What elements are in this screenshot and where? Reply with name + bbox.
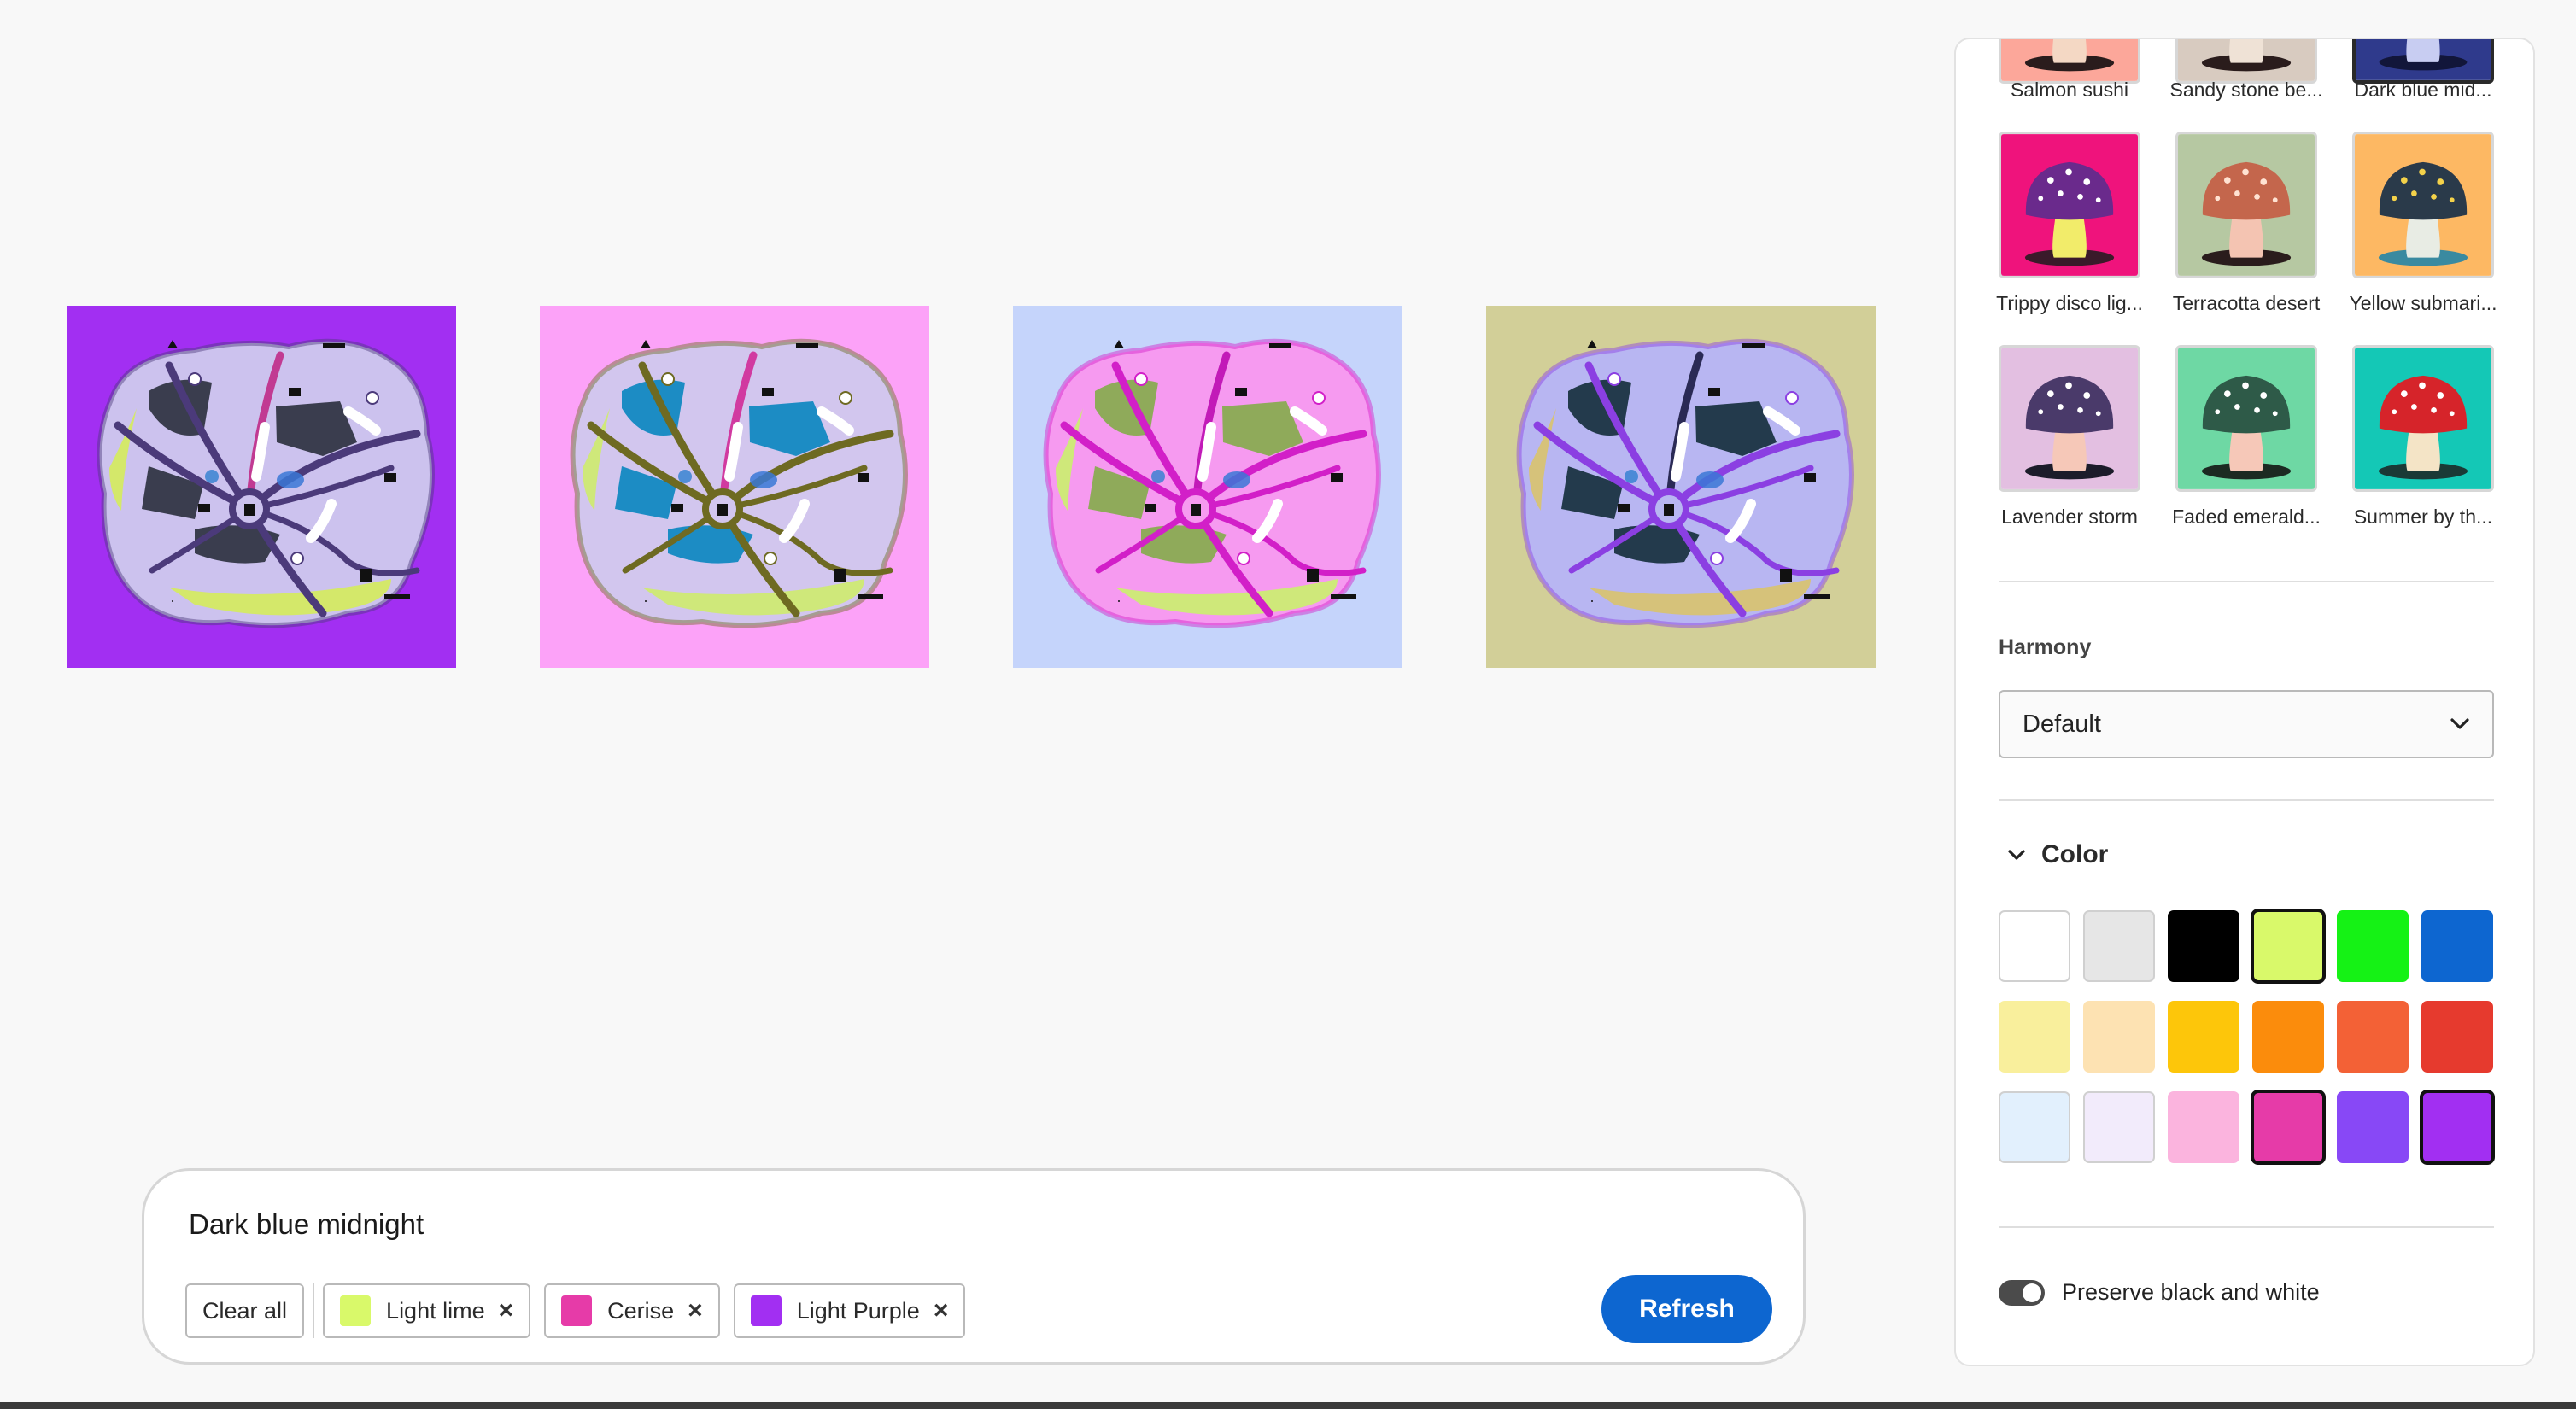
preset-label: Yellow submari... [2349, 292, 2497, 314]
color-swatch[interactable] [2421, 910, 2493, 982]
color-swatch[interactable] [2337, 1091, 2409, 1163]
refresh-button[interactable]: Refresh [1601, 1275, 1772, 1343]
color-swatch[interactable] [2083, 1091, 2155, 1163]
color-swatch[interactable] [2083, 910, 2155, 982]
clear-all-button[interactable]: Clear all [185, 1283, 305, 1338]
mushroom-image [2355, 134, 2491, 276]
map-illustration-4 [1486, 306, 1876, 668]
clear-all-label: Clear all [202, 1297, 288, 1324]
variant-4[interactable] [1486, 306, 1876, 668]
color-section-title: Color [2041, 840, 2109, 868]
preset-thumbnail[interactable] [1999, 132, 2140, 278]
color-swatch[interactable] [2251, 1090, 2326, 1165]
prompt-input[interactable]: Dark blue midnight [189, 1208, 424, 1241]
remove-chip-icon[interactable]: × [499, 1296, 514, 1325]
color-section-toggle[interactable]: Color [2005, 840, 2108, 869]
preserve-bw-row: Preserve black and white [1999, 1279, 2320, 1306]
preset-label: Terracotta desert [2172, 292, 2321, 314]
mushroom-image [2355, 348, 2491, 489]
divider [1999, 1226, 2494, 1228]
color-swatch[interactable] [2420, 1090, 2495, 1165]
variant-1[interactable] [67, 306, 456, 668]
color-chip-list: Clear all Light lime × Cerise × Light Pu… [185, 1283, 979, 1338]
color-swatch[interactable] [2168, 1091, 2239, 1163]
prompt-bar: Dark blue midnight Clear all Light lime … [142, 1168, 1806, 1365]
preset-label: Faded emerald... [2172, 506, 2321, 528]
color-swatch[interactable] [2252, 1001, 2324, 1073]
harmony-value: Default [2023, 710, 2101, 738]
chip-cerise: Cerise × [544, 1283, 720, 1338]
toggle-knob [2023, 1283, 2041, 1302]
preset-label: Lavender storm [2001, 506, 2138, 528]
color-swatch[interactable] [2337, 1001, 2409, 1073]
chip-swatch [561, 1295, 593, 1326]
remove-chip-icon[interactable]: × [688, 1296, 703, 1325]
mushroom-image [2356, 39, 2491, 80]
chevron-down-icon [2008, 850, 2025, 860]
chip-label: Cerise [607, 1297, 675, 1324]
preset-thumbnail[interactable] [2352, 132, 2494, 278]
color-swatch[interactable] [1999, 1091, 2070, 1163]
window-bottom-edge [0, 1402, 2576, 1409]
harmony-title: Harmony [1999, 635, 2092, 659]
chip-label: Light lime [386, 1297, 485, 1324]
color-swatch[interactable] [2251, 909, 2326, 984]
preset-label: Dark blue mid... [2354, 79, 2492, 101]
preset-label: Sandy stone be... [2169, 79, 2323, 101]
chip-divider [313, 1283, 315, 1338]
preset-thumbnail[interactable] [2175, 39, 2317, 84]
preset-thumbnail[interactable] [2175, 132, 2317, 278]
divider [1999, 581, 2494, 582]
mushroom-image [2001, 348, 2138, 489]
color-swatch[interactable] [2168, 1001, 2239, 1073]
map-illustration-1 [67, 306, 456, 668]
preset-thumbnail[interactable] [1999, 39, 2140, 84]
mushroom-image [2178, 348, 2315, 489]
mushroom-image [2178, 134, 2315, 276]
harmony-dropdown[interactable]: Default [1999, 690, 2494, 758]
preserve-bw-toggle[interactable] [1999, 1279, 2045, 1306]
map-illustration-2 [540, 306, 929, 668]
remove-chip-icon[interactable]: × [934, 1296, 949, 1325]
color-swatch[interactable] [1999, 1001, 2070, 1073]
preset-thumbnail[interactable] [2175, 345, 2317, 492]
variant-2[interactable] [540, 306, 929, 668]
preset-thumbnail[interactable] [2352, 39, 2494, 84]
color-swatch[interactable] [2421, 1001, 2493, 1073]
map-illustration-3 [1013, 306, 1402, 668]
chip-light-purple: Light Purple × [733, 1283, 966, 1338]
color-swatch[interactable] [2083, 1001, 2155, 1073]
chip-swatch [750, 1295, 782, 1326]
mushroom-image [2178, 39, 2315, 81]
chip-label: Light Purple [796, 1297, 920, 1324]
color-swatch[interactable] [1999, 910, 2070, 982]
color-swatch[interactable] [2168, 910, 2239, 982]
mushroom-image [2001, 134, 2138, 276]
chevron-down-icon [2450, 718, 2469, 729]
preserve-bw-label: Preserve black and white [2062, 1279, 2320, 1305]
mushroom-image [2001, 39, 2138, 81]
preset-label: Salmon sushi [2010, 79, 2129, 101]
preset-thumbnail[interactable] [1999, 345, 2140, 492]
chip-swatch [340, 1295, 372, 1326]
variant-3[interactable] [1013, 306, 1402, 668]
preset-label: Summer by th... [2353, 506, 2493, 528]
preset-thumbnail[interactable] [2352, 345, 2494, 492]
divider [1999, 799, 2494, 801]
preset-label: Trippy disco lig... [1996, 292, 2143, 314]
color-swatch[interactable] [2337, 910, 2409, 982]
chip-light-lime: Light lime × [323, 1283, 531, 1338]
settings-panel: Salmon sushi Sandy stone be... Dark blue m… [1954, 38, 2535, 1366]
